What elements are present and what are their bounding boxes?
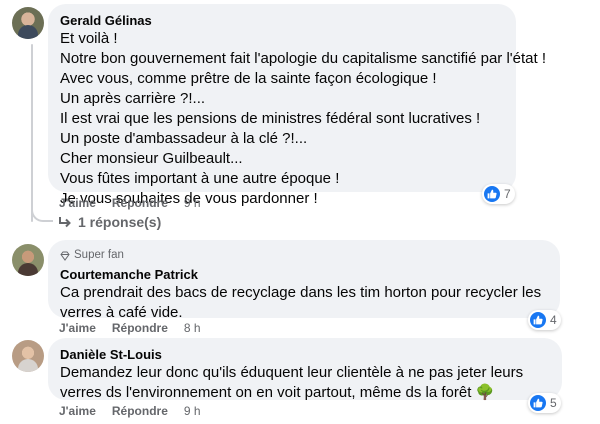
comment-author[interactable]: Danièle St-Louis bbox=[60, 346, 550, 363]
reply-button[interactable]: Répondre bbox=[112, 320, 168, 336]
comment-text: Ca prendrait des bacs de recyclage dans … bbox=[60, 284, 542, 321]
thread-connector bbox=[31, 200, 53, 222]
top-fan-badge: Super fan bbox=[60, 248, 548, 263]
reply-button[interactable]: Répondre bbox=[112, 195, 168, 211]
comment-text-line: Et voilà ! bbox=[60, 30, 118, 47]
like-button[interactable]: J'aime bbox=[59, 320, 96, 336]
diamond-icon bbox=[60, 251, 70, 261]
avatar[interactable] bbox=[12, 7, 44, 39]
like-button[interactable]: J'aime bbox=[59, 403, 96, 419]
reaction-count: 5 bbox=[550, 396, 557, 410]
reaction-summary[interactable]: 5 bbox=[528, 393, 561, 413]
thread-line bbox=[31, 44, 33, 222]
reaction-count: 4 bbox=[550, 313, 557, 327]
comment-text-line: Notre bon gouvernement fait l'apologie d… bbox=[60, 50, 547, 67]
comment-bubble: Danièle St-Louis Demandez leur donc qu'i… bbox=[48, 338, 562, 401]
comment-author[interactable]: Gerald Gélinas bbox=[60, 12, 504, 29]
avatar[interactable] bbox=[12, 340, 44, 372]
comment-bubble: Gerald Gélinas Et voilà ! Notre bon gouv… bbox=[48, 4, 547, 207]
comment-text-line: Un poste d'ambassadeur à la clé ?!... bbox=[60, 130, 308, 147]
comment-author[interactable]: Courtemanche Patrick bbox=[60, 266, 548, 283]
reaction-summary[interactable]: 7 bbox=[482, 184, 515, 204]
timestamp[interactable]: 9 h bbox=[184, 195, 201, 211]
comment-bubble: Super fan Courtemanche Patrick Ca prendr… bbox=[48, 240, 560, 321]
timestamp[interactable]: 9 h bbox=[184, 403, 201, 419]
timestamp[interactable]: 8 h bbox=[184, 320, 201, 336]
like-button[interactable]: J'aime bbox=[59, 195, 96, 211]
reaction-count: 7 bbox=[504, 187, 511, 201]
comment-text-line: Avec vous, comme prêtre de la sainte faç… bbox=[60, 70, 437, 87]
comment-actions: J'aime Répondre 9 h bbox=[59, 403, 201, 419]
comment-actions: J'aime Répondre 9 h bbox=[59, 195, 201, 211]
comment-actions: J'aime Répondre 8 h bbox=[59, 320, 201, 336]
replies-label: 1 réponse(s) bbox=[78, 214, 162, 230]
comment-text-line: Il est vrai que les pensions de ministre… bbox=[60, 110, 481, 127]
view-replies-link[interactable]: 1 réponse(s) bbox=[58, 214, 161, 230]
reply-button[interactable]: Répondre bbox=[112, 403, 168, 419]
reaction-summary[interactable]: 4 bbox=[528, 310, 561, 330]
avatar[interactable] bbox=[12, 244, 44, 276]
comment-text-line: Cher monsieur Guilbeault... bbox=[60, 150, 243, 167]
comment-text: Demandez leur donc qu'ils éduquent leur … bbox=[60, 364, 524, 401]
thumbs-up-icon bbox=[530, 312, 546, 328]
comment-text-line: Vous fûtes important à une autre époque … bbox=[60, 170, 340, 187]
reply-arrow-icon bbox=[58, 216, 72, 228]
thumbs-up-icon bbox=[484, 186, 500, 202]
comment-text-line: Un après carrière ?!... bbox=[60, 90, 206, 107]
badge-label: Super fan bbox=[74, 249, 124, 261]
thumbs-up-icon bbox=[530, 395, 546, 411]
